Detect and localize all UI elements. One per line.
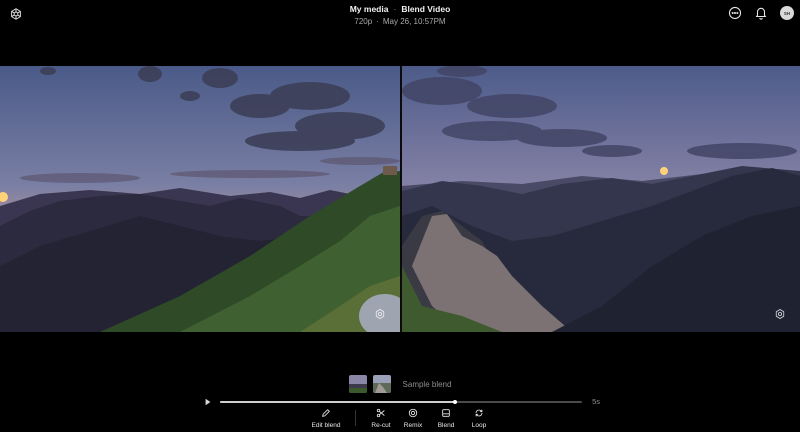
- watermark-icon: [775, 309, 785, 319]
- resolution-label: 720p: [354, 17, 373, 26]
- date-label: May 26, 10:57PM: [382, 17, 446, 26]
- recut-label: Re-cut: [371, 422, 391, 429]
- source-thumbnail-left[interactable]: [348, 375, 367, 393]
- source-thumbnail-right[interactable]: [372, 375, 391, 393]
- bell-icon[interactable]: [754, 6, 768, 20]
- play-icon[interactable]: [204, 398, 212, 406]
- edit-blend-label: Edit blend: [311, 422, 341, 429]
- remix-label: Remix: [403, 422, 423, 429]
- left-video-panel[interactable]: [0, 66, 400, 332]
- scissors-icon: [376, 408, 385, 418]
- toolbar-separator: [355, 410, 356, 426]
- top-actions: SH: [728, 6, 794, 20]
- loop-icon: [475, 409, 483, 417]
- watermark-icon: [375, 309, 385, 319]
- left-video-frame: [0, 66, 400, 332]
- header: My media · Blend Video 720p · May 26, 10:57P…: [0, 4, 800, 26]
- action-toolbar: Edit blend Re-cut Remix Blend Loop: [0, 408, 800, 430]
- progress-handle[interactable]: [453, 400, 458, 404]
- progress-fill: [220, 401, 456, 403]
- loop-button[interactable]: Loop: [459, 408, 499, 429]
- breadcrumb-separator: ·: [393, 4, 397, 14]
- blend-label: Blend: [437, 422, 455, 429]
- more-options-icon[interactable]: [728, 6, 742, 20]
- edit-blend-button[interactable]: Edit blend: [306, 408, 346, 429]
- blend-icon: [442, 409, 450, 417]
- breadcrumb-my-media[interactable]: My media: [350, 4, 389, 14]
- playback-bar: 5s: [200, 397, 602, 407]
- duration-label: 5s: [592, 397, 600, 406]
- pencil-icon: [322, 409, 330, 417]
- loop-label: Loop: [471, 422, 487, 429]
- breadcrumb: My media · Blend Video: [0, 4, 800, 14]
- user-avatar[interactable]: SH: [780, 6, 794, 20]
- video-meta: 720p · May 26, 10:57PM: [354, 17, 446, 26]
- breadcrumb-blend-video: Blend Video: [401, 4, 451, 14]
- blend-source-row: Sample blend: [0, 375, 800, 393]
- right-video-panel[interactable]: [402, 66, 800, 332]
- right-video-frame: [402, 66, 800, 332]
- blend-title: Sample blend: [402, 379, 452, 389]
- progress-track[interactable]: [220, 401, 582, 403]
- remix-icon: [408, 408, 418, 418]
